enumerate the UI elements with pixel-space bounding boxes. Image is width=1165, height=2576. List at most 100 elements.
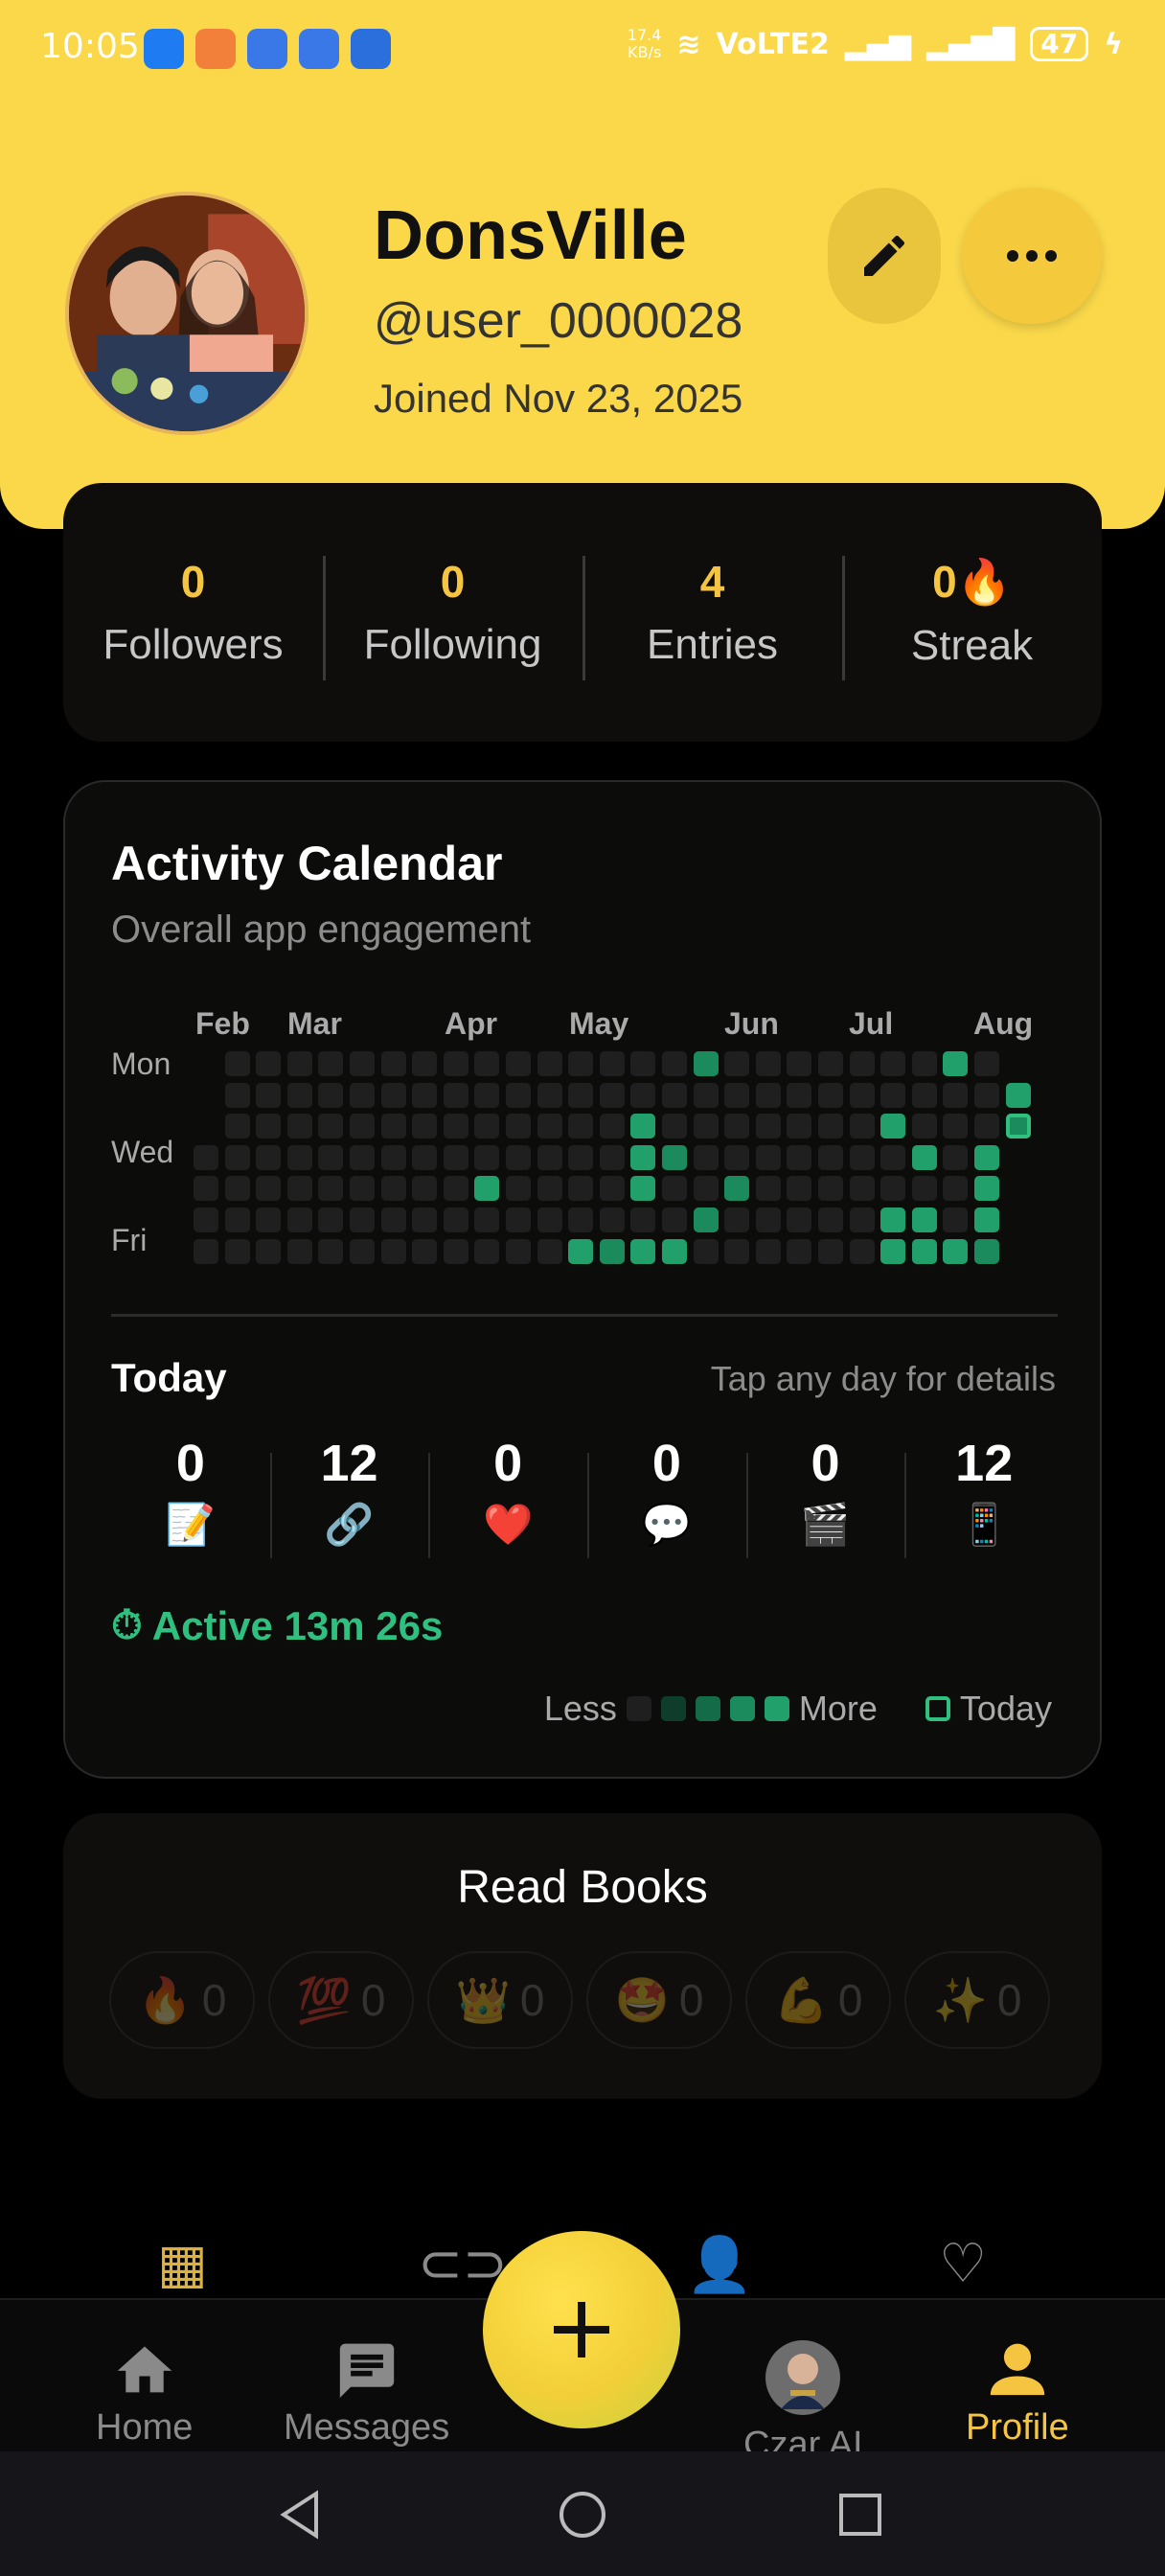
- heatmap-day-cell[interactable]: [412, 1082, 438, 1108]
- heatmap-day-cell[interactable]: [286, 1238, 312, 1264]
- heatmap-day-cell[interactable]: [537, 1051, 562, 1076]
- heatmap-day-cell[interactable]: [599, 1238, 625, 1264]
- heatmap-day-cell[interactable]: [911, 1114, 937, 1139]
- heatmap-day-cell[interactable]: [412, 1051, 438, 1076]
- heatmap-day-cell[interactable]: [506, 1144, 531, 1170]
- heatmap-day-cell[interactable]: [412, 1144, 438, 1170]
- heatmap-day-cell[interactable]: [194, 1144, 218, 1170]
- heatmap-day-cell[interactable]: [412, 1238, 438, 1264]
- heatmap-day-cell[interactable]: [662, 1082, 687, 1108]
- heatmap-day-cell[interactable]: [974, 1082, 999, 1108]
- heatmap-day-cell[interactable]: [911, 1176, 937, 1202]
- heatmap-day-cell[interactable]: [974, 1238, 999, 1264]
- heatmap-day-cell[interactable]: [474, 1082, 500, 1108]
- home-circle-icon[interactable]: [558, 2490, 607, 2540]
- heatmap-day-cell[interactable]: [755, 1114, 781, 1139]
- heatmap-day-cell[interactable]: [911, 1208, 937, 1232]
- heatmap-day-cell[interactable]: [224, 1114, 250, 1139]
- heatmap-day-cell[interactable]: [380, 1238, 406, 1264]
- heatmap-day-cell[interactable]: [443, 1082, 468, 1108]
- heatmap-day-cell[interactable]: [880, 1176, 906, 1202]
- heatmap-day-cell[interactable]: [224, 1176, 250, 1202]
- heatmap-day-cell[interactable]: [818, 1114, 843, 1139]
- heatmap-day-cell[interactable]: [943, 1051, 969, 1076]
- heatmap-day-cell[interactable]: [256, 1176, 282, 1202]
- heatmap-day-cell[interactable]: [787, 1082, 812, 1108]
- stat-entries[interactable]: 4 Entries: [582, 556, 842, 680]
- more-options-button[interactable]: [962, 188, 1102, 324]
- heatmap-day-cell[interactable]: [286, 1144, 312, 1170]
- heatmap-day-cell[interactable]: [880, 1051, 906, 1076]
- heatmap-day-cell[interactable]: [787, 1208, 812, 1232]
- heatmap-day-cell[interactable]: [537, 1208, 562, 1232]
- heatmap-day-cell[interactable]: [724, 1208, 750, 1232]
- heatmap-day-cell[interactable]: [256, 1051, 282, 1076]
- heatmap-day-cell[interactable]: [537, 1144, 562, 1170]
- reaction-star-struck[interactable]: 🤩 0: [586, 1951, 732, 2049]
- heatmap-day-cell[interactable]: [943, 1208, 969, 1232]
- heatmap-day-cell[interactable]: [911, 1082, 937, 1108]
- nav-czar-ai[interactable]: Czar AI: [743, 2340, 863, 2466]
- heatmap-day-cell[interactable]: [943, 1238, 969, 1264]
- heatmap-day-cell[interactable]: [194, 1176, 218, 1202]
- heatmap-day-cell[interactable]: [224, 1082, 250, 1108]
- heatmap-day-cell[interactable]: [350, 1176, 375, 1202]
- heatmap-day-cell[interactable]: [256, 1082, 282, 1108]
- heatmap-day-cell[interactable]: [286, 1114, 312, 1139]
- heatmap-day-cell[interactable]: [787, 1144, 812, 1170]
- heatmap-day-cell[interactable]: [693, 1208, 719, 1232]
- heatmap-day-cell[interactable]: [599, 1114, 625, 1139]
- heatmap-day-cell[interactable]: [599, 1144, 625, 1170]
- heatmap-day-cell[interactable]: [693, 1176, 719, 1202]
- heatmap-day-cell[interactable]: [599, 1208, 625, 1232]
- heatmap-day-cell[interactable]: [599, 1051, 625, 1076]
- heatmap-day-cell[interactable]: [974, 1176, 999, 1202]
- heatmap-day-cell[interactable]: [412, 1114, 438, 1139]
- heatmap-day-cell[interactable]: [755, 1238, 781, 1264]
- heatmap-day-cell[interactable]: [318, 1144, 344, 1170]
- heatmap-day-cell[interactable]: [974, 1208, 999, 1232]
- recents-icon[interactable]: [837, 2492, 883, 2538]
- reaction-fire[interactable]: 🔥 0: [109, 1951, 255, 2049]
- heatmap-day-cell[interactable]: [911, 1144, 937, 1170]
- heatmap-day-cell[interactable]: [568, 1051, 594, 1076]
- heatmap-day-cell[interactable]: [630, 1176, 656, 1202]
- heatmap-day-cell[interactable]: [630, 1238, 656, 1264]
- heatmap-day-cell[interactable]: [787, 1176, 812, 1202]
- people-icon[interactable]: 👤: [686, 2233, 753, 2296]
- grid-icon[interactable]: ▦: [157, 2233, 208, 2295]
- heatmap-day-cell[interactable]: [537, 1082, 562, 1108]
- heatmap-day-cell[interactable]: [537, 1176, 562, 1202]
- heatmap-day-cell[interactable]: [443, 1208, 468, 1232]
- heatmap-day-cell[interactable]: [974, 1144, 999, 1170]
- heatmap-day-cell[interactable]: [568, 1082, 594, 1108]
- heatmap-day-cell[interactable]: [818, 1176, 843, 1202]
- heatmap-day-cell[interactable]: [256, 1238, 282, 1264]
- heatmap-day-cell[interactable]: [724, 1051, 750, 1076]
- heatmap-day-cell[interactable]: [350, 1114, 375, 1139]
- heatmap-day-cell[interactable]: [224, 1144, 250, 1170]
- heatmap-day-cell[interactable]: [1005, 1114, 1031, 1139]
- heatmap-day-cell[interactable]: [662, 1144, 687, 1170]
- heatmap-day-cell[interactable]: [443, 1176, 468, 1202]
- heatmap-day-cell[interactable]: [318, 1082, 344, 1108]
- heatmap-day-cell[interactable]: [224, 1238, 250, 1264]
- heatmap-day-cell[interactable]: [880, 1114, 906, 1139]
- heatmap-day-cell[interactable]: [724, 1144, 750, 1170]
- heatmap-day-cell[interactable]: [286, 1082, 312, 1108]
- heatmap-day-cell[interactable]: [568, 1176, 594, 1202]
- heatmap-day-cell[interactable]: [1005, 1082, 1031, 1108]
- heatmap-day-cell[interactable]: [849, 1082, 875, 1108]
- heatmap-day-cell[interactable]: [849, 1176, 875, 1202]
- heatmap-day-cell[interactable]: [380, 1208, 406, 1232]
- heatmap-day-cell[interactable]: [693, 1082, 719, 1108]
- heatmap-day-cell[interactable]: [818, 1208, 843, 1232]
- heatmap-day-cell[interactable]: [880, 1082, 906, 1108]
- heatmap-day-cell[interactable]: [974, 1114, 999, 1139]
- heatmap-day-cell[interactable]: [755, 1144, 781, 1170]
- heatmap-day-cell[interactable]: [474, 1114, 500, 1139]
- heatmap-day-cell[interactable]: [630, 1082, 656, 1108]
- heatmap-day-cell[interactable]: [350, 1208, 375, 1232]
- heatmap-day-cell[interactable]: [506, 1238, 531, 1264]
- heatmap-day-cell[interactable]: [256, 1144, 282, 1170]
